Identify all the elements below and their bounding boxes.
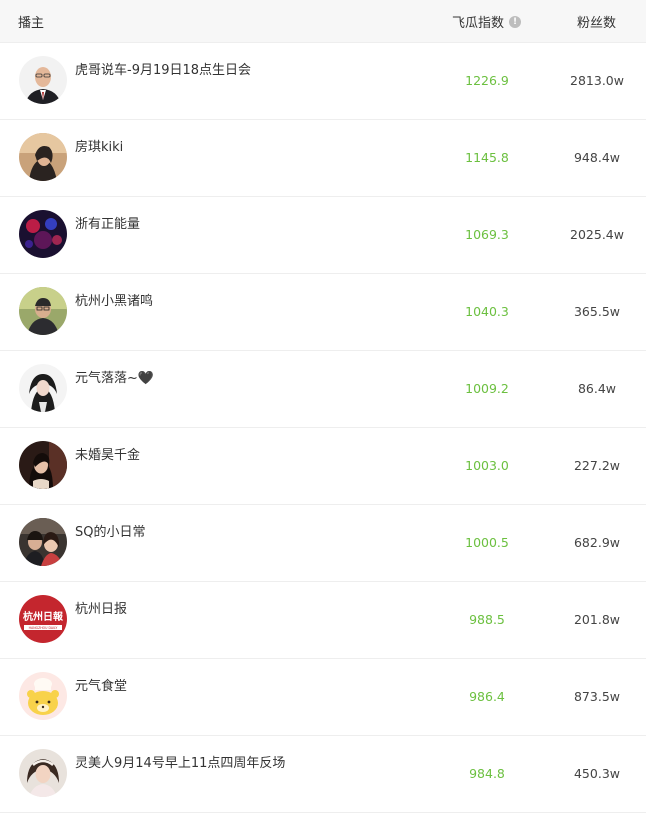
avatar[interactable] bbox=[19, 441, 67, 489]
streamer-name[interactable]: 灵美人9月14号早上11点四周年反场 bbox=[75, 752, 285, 771]
avatar[interactable]: 杭州日報 HANGZHOU DAILY bbox=[19, 595, 67, 643]
table-row[interactable]: 元气落落~🖤 1009.2 86.4w bbox=[0, 351, 646, 428]
avatar[interactable] bbox=[19, 749, 67, 797]
streamer-name[interactable]: SQ的小日常 bbox=[75, 521, 146, 540]
table-row[interactable]: 元气食堂 986.4 873.5w bbox=[0, 659, 646, 736]
index-value: 1003.0 bbox=[465, 458, 509, 473]
fans-count: 227.2w bbox=[573, 458, 620, 473]
index-value: 1226.9 bbox=[465, 73, 509, 88]
fans-count: 365.5w bbox=[573, 304, 620, 319]
table-row[interactable]: 虎哥说车-9月19日18点生日会 1226.9 2813.0w bbox=[0, 43, 646, 120]
fans-count: 873.5w bbox=[573, 689, 620, 704]
avatar[interactable] bbox=[19, 287, 67, 335]
index-value: 1000.5 bbox=[465, 535, 509, 550]
index-value: 988.5 bbox=[469, 612, 505, 627]
avatar-logo-subtext: HANGZHOU DAILY bbox=[28, 625, 58, 630]
index-value: 1040.3 bbox=[465, 304, 509, 319]
table-header: 播主 飞瓜指数 ! 粉丝数 bbox=[0, 0, 646, 43]
streamer-name[interactable]: 元气食堂 bbox=[75, 675, 127, 694]
fans-count: 201.8w bbox=[573, 612, 620, 627]
index-value: 1069.3 bbox=[465, 227, 509, 242]
avatar[interactable] bbox=[19, 364, 67, 412]
streamer-name[interactable]: 杭州小黑诸鸣 bbox=[75, 290, 153, 309]
streamer-name[interactable]: 虎哥说车-9月19日18点生日会 bbox=[75, 59, 251, 78]
avatar[interactable] bbox=[19, 133, 67, 181]
fans-count: 86.4w bbox=[577, 381, 617, 396]
streamer-name[interactable]: 元气落落~🖤 bbox=[75, 367, 154, 386]
avatar[interactable] bbox=[19, 56, 67, 104]
avatar[interactable] bbox=[19, 210, 67, 258]
table-row[interactable]: SQ的小日常 1000.5 682.9w bbox=[0, 505, 646, 582]
streamer-ranking-table: 播主 飞瓜指数 ! 粉丝数 虎哥说车-9月19日18点生日会 1226.9 28… bbox=[0, 0, 646, 813]
fans-count: 2025.4w bbox=[570, 227, 624, 242]
streamer-name[interactable]: 杭州日报 bbox=[75, 598, 127, 617]
avatar[interactable] bbox=[19, 518, 67, 566]
index-value: 1145.8 bbox=[465, 150, 509, 165]
table-row[interactable]: 杭州小黑诸鸣 1040.3 365.5w bbox=[0, 274, 646, 351]
table-row[interactable]: 房琪kiki 1145.8 948.4w bbox=[0, 120, 646, 197]
info-icon[interactable]: ! bbox=[509, 15, 522, 28]
table-row[interactable]: 浙有正能量 1069.3 2025.4w bbox=[0, 197, 646, 274]
fans-count: 682.9w bbox=[573, 535, 620, 550]
fans-count: 2813.0w bbox=[570, 73, 624, 88]
table-row[interactable]: 杭州日報 HANGZHOU DAILY 杭州日报 988.5 201.8w bbox=[0, 582, 646, 659]
fans-count: 450.3w bbox=[573, 766, 620, 781]
column-header-index-label: 飞瓜指数 bbox=[452, 16, 505, 31]
column-header-fans: 粉丝数 bbox=[577, 16, 617, 31]
table-row[interactable]: 灵美人9月14号早上11点四周年反场 984.8 450.3w bbox=[0, 736, 646, 813]
streamer-name[interactable]: 房琪kiki bbox=[75, 136, 123, 155]
index-value: 986.4 bbox=[469, 689, 505, 704]
fans-count: 948.4w bbox=[573, 150, 620, 165]
index-value: 1009.2 bbox=[465, 381, 509, 396]
avatar[interactable] bbox=[19, 672, 67, 720]
streamer-name[interactable]: 未婚昊千金 bbox=[75, 444, 140, 463]
index-value: 984.8 bbox=[469, 766, 505, 781]
column-header-index[interactable]: 飞瓜指数 ! bbox=[452, 12, 522, 31]
avatar-logo-text: 杭州日報 bbox=[23, 612, 63, 623]
column-header-streamer: 播主 bbox=[18, 16, 45, 31]
streamer-name[interactable]: 浙有正能量 bbox=[75, 213, 140, 232]
table-row[interactable]: 未婚昊千金 1003.0 227.2w bbox=[0, 428, 646, 505]
